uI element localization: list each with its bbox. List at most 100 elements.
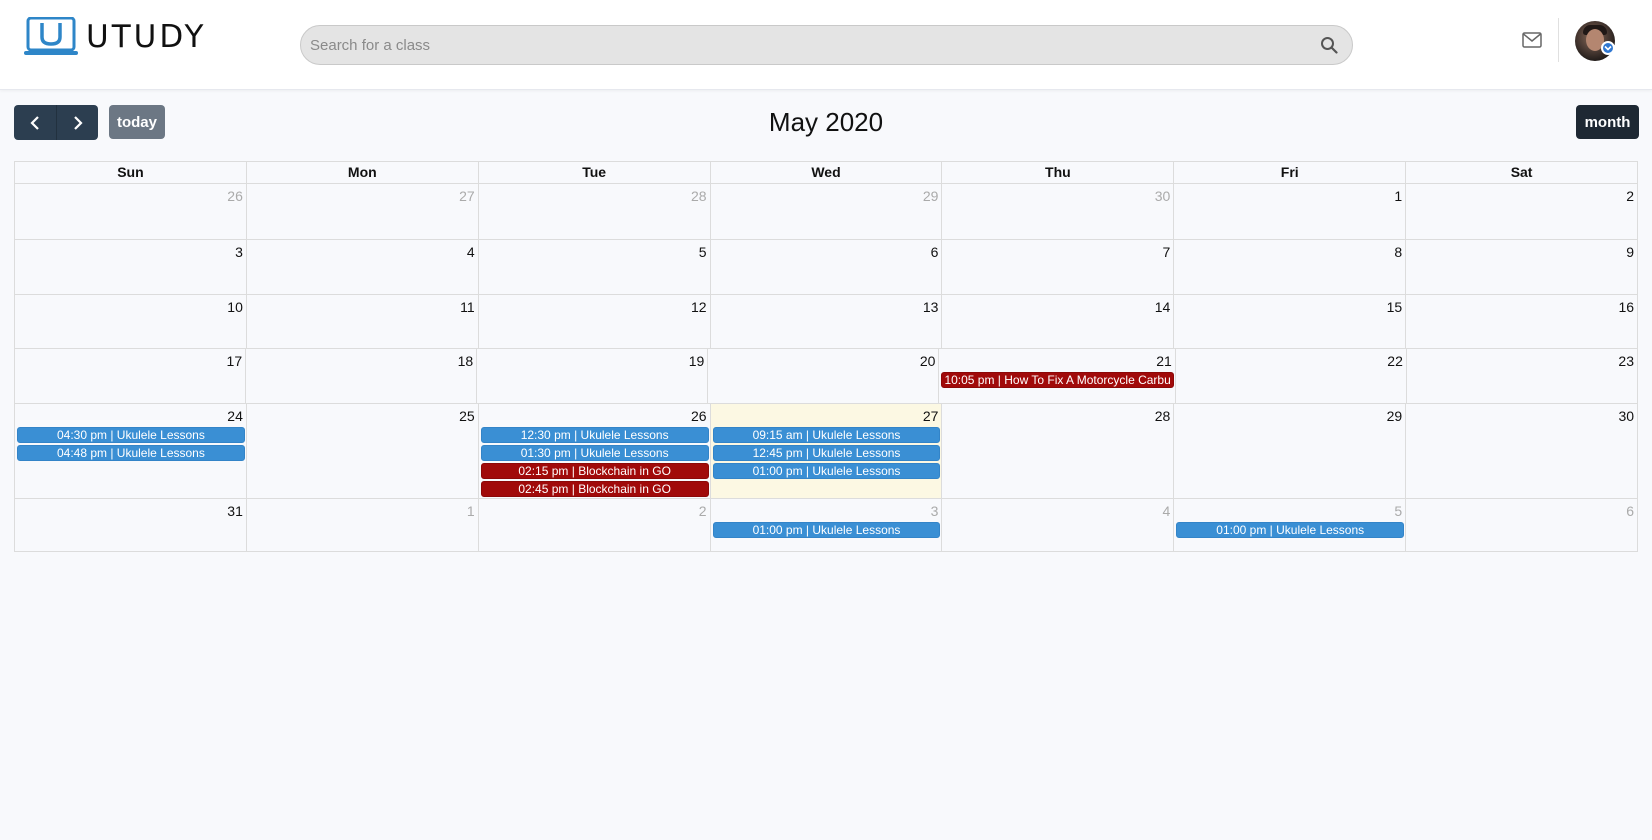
day-number[interactable]: 22 bbox=[1176, 349, 1406, 371]
day-number[interactable]: 16 bbox=[1406, 295, 1637, 317]
day-number[interactable]: 28 bbox=[942, 404, 1173, 426]
day-cell[interactable]: 4 bbox=[942, 499, 1175, 551]
day-cell[interactable]: 6 bbox=[711, 240, 943, 294]
day-number[interactable]: 30 bbox=[1406, 404, 1637, 426]
day-number[interactable]: 4 bbox=[247, 240, 478, 262]
day-cell[interactable]: 31 bbox=[15, 499, 247, 551]
day-number[interactable]: 26 bbox=[479, 404, 710, 426]
day-number[interactable]: 1 bbox=[247, 499, 478, 521]
day-number[interactable]: 27 bbox=[247, 184, 478, 206]
day-cell[interactable]: 1 bbox=[247, 499, 479, 551]
calendar-event[interactable]: 12:30 pm | Ukulele Lessons bbox=[480, 427, 709, 443]
day-cell[interactable]: 19 bbox=[477, 349, 709, 403]
calendar-event[interactable]: 01:00 pm | Ukulele Lessons bbox=[1176, 522, 1405, 538]
calendar-event[interactable]: 10:05 pm | How To Fix A Motorcycle Carbu bbox=[941, 372, 1174, 388]
day-cell[interactable]: 6 bbox=[1406, 499, 1639, 551]
day-number[interactable]: 12 bbox=[479, 295, 710, 317]
day-number[interactable]: 7 bbox=[942, 240, 1173, 262]
day-cell[interactable]: 28 bbox=[479, 184, 711, 239]
day-cell[interactable]: 22 bbox=[1176, 349, 1407, 403]
day-cell[interactable]: 29 bbox=[711, 184, 943, 239]
day-cell[interactable]: 11 bbox=[247, 295, 479, 348]
day-cell[interactable]: 27 bbox=[247, 184, 479, 239]
day-cell[interactable]: 10 bbox=[15, 295, 247, 348]
day-number[interactable]: 4 bbox=[942, 499, 1173, 521]
search-bar[interactable] bbox=[300, 25, 1353, 65]
day-number[interactable]: 15 bbox=[1174, 295, 1405, 317]
day-number[interactable]: 2 bbox=[479, 499, 710, 521]
day-cell[interactable]: 28 bbox=[942, 404, 1175, 498]
day-number[interactable]: 21 bbox=[939, 349, 1174, 371]
day-cell[interactable]: 3 01:00 pm | Ukulele Lessons bbox=[711, 499, 943, 551]
day-number[interactable]: 26 bbox=[15, 184, 246, 206]
day-number[interactable]: 6 bbox=[1406, 499, 1637, 521]
day-number[interactable]: 5 bbox=[479, 240, 710, 262]
day-cell[interactable]: 2 bbox=[1406, 184, 1639, 239]
day-number[interactable]: 14 bbox=[942, 295, 1173, 317]
day-cell[interactable]: 24 04:30 pm | Ukulele Lessons 04:48 pm | U… bbox=[15, 404, 247, 498]
day-cell[interactable]: 14 bbox=[942, 295, 1175, 348]
day-number[interactable]: 23 bbox=[1407, 349, 1637, 371]
day-number[interactable]: 27 bbox=[711, 404, 942, 426]
day-number[interactable]: 6 bbox=[711, 240, 942, 262]
day-number[interactable]: 28 bbox=[479, 184, 710, 206]
day-number[interactable]: 24 bbox=[15, 404, 246, 426]
day-cell[interactable]: 16 bbox=[1406, 295, 1639, 348]
day-cell[interactable]: 5 01:00 pm | Ukulele Lessons bbox=[1174, 499, 1407, 551]
search-input[interactable] bbox=[310, 26, 1290, 64]
day-cell[interactable]: 30 bbox=[942, 184, 1175, 239]
day-number[interactable]: 29 bbox=[1174, 404, 1405, 426]
day-number[interactable]: 31 bbox=[15, 499, 246, 521]
calendar-event[interactable]: 01:00 pm | Ukulele Lessons bbox=[712, 522, 941, 538]
day-cell[interactable]: 26 bbox=[15, 184, 247, 239]
day-number[interactable]: 9 bbox=[1406, 240, 1637, 262]
day-cell[interactable]: 21 10:05 pm | How To Fix A Motorcycle Car… bbox=[939, 349, 1176, 403]
day-cell-today[interactable]: 27 09:15 am | Ukulele Lessons 12:45 pm | U… bbox=[710, 404, 943, 498]
utudy-logo[interactable]: UTUDY bbox=[24, 17, 206, 57]
day-cell[interactable]: 2 bbox=[479, 499, 711, 551]
day-cell[interactable]: 8 bbox=[1174, 240, 1407, 294]
day-cell[interactable]: 26 12:30 pm | Ukulele Lessons 01:30 pm | U… bbox=[479, 404, 711, 498]
day-cell[interactable]: 20 bbox=[708, 349, 940, 403]
day-cell[interactable]: 25 bbox=[247, 404, 479, 498]
calendar-event[interactable]: 09:15 am | Ukulele Lessons bbox=[712, 427, 941, 443]
calendar-event[interactable]: 01:30 pm | Ukulele Lessons bbox=[480, 445, 709, 461]
day-number[interactable]: 19 bbox=[477, 349, 707, 371]
day-cell[interactable]: 13 bbox=[711, 295, 943, 348]
day-number[interactable]: 13 bbox=[711, 295, 942, 317]
day-cell[interactable]: 1 bbox=[1174, 184, 1407, 239]
day-cell[interactable]: 12 bbox=[479, 295, 711, 348]
calendar-event[interactable]: 02:45 pm | Blockchain in GO bbox=[480, 481, 709, 497]
dropdown-badge-icon[interactable] bbox=[1601, 41, 1615, 55]
day-number[interactable]: 10 bbox=[15, 295, 246, 317]
calendar-event[interactable]: 12:45 pm | Ukulele Lessons bbox=[712, 445, 941, 461]
day-cell[interactable]: 29 bbox=[1174, 404, 1407, 498]
day-number[interactable]: 1 bbox=[1174, 184, 1405, 206]
day-cell[interactable]: 15 bbox=[1174, 295, 1407, 348]
day-number[interactable]: 25 bbox=[247, 404, 478, 426]
calendar-event[interactable]: 04:48 pm | Ukulele Lessons bbox=[17, 445, 245, 461]
day-cell[interactable]: 18 bbox=[246, 349, 478, 403]
day-cell[interactable]: 7 bbox=[942, 240, 1175, 294]
day-cell[interactable]: 4 bbox=[247, 240, 479, 294]
day-cell[interactable]: 17 bbox=[15, 349, 247, 403]
day-cell[interactable]: 5 bbox=[479, 240, 711, 294]
calendar-event[interactable]: 01:00 pm | Ukulele Lessons bbox=[712, 463, 941, 479]
day-number[interactable]: 30 bbox=[942, 184, 1173, 206]
day-number[interactable]: 17 bbox=[15, 349, 245, 371]
day-cell[interactable]: 9 bbox=[1406, 240, 1639, 294]
month-view-button[interactable]: month bbox=[1576, 105, 1639, 139]
day-number[interactable]: 18 bbox=[246, 349, 476, 371]
day-number[interactable]: 20 bbox=[708, 349, 938, 371]
mail-icon[interactable] bbox=[1522, 32, 1542, 48]
day-number[interactable]: 29 bbox=[711, 184, 942, 206]
day-number[interactable]: 3 bbox=[15, 240, 246, 262]
day-number[interactable]: 5 bbox=[1174, 499, 1405, 521]
calendar-event[interactable]: 04:30 pm | Ukulele Lessons bbox=[17, 427, 245, 443]
day-cell[interactable]: 30 bbox=[1406, 404, 1639, 498]
day-number[interactable]: 8 bbox=[1174, 240, 1405, 262]
calendar-event[interactable]: 02:15 pm | Blockchain in GO bbox=[480, 463, 709, 479]
search-icon[interactable] bbox=[1320, 36, 1338, 54]
day-number[interactable]: 11 bbox=[247, 295, 478, 317]
day-number[interactable]: 3 bbox=[711, 499, 942, 521]
